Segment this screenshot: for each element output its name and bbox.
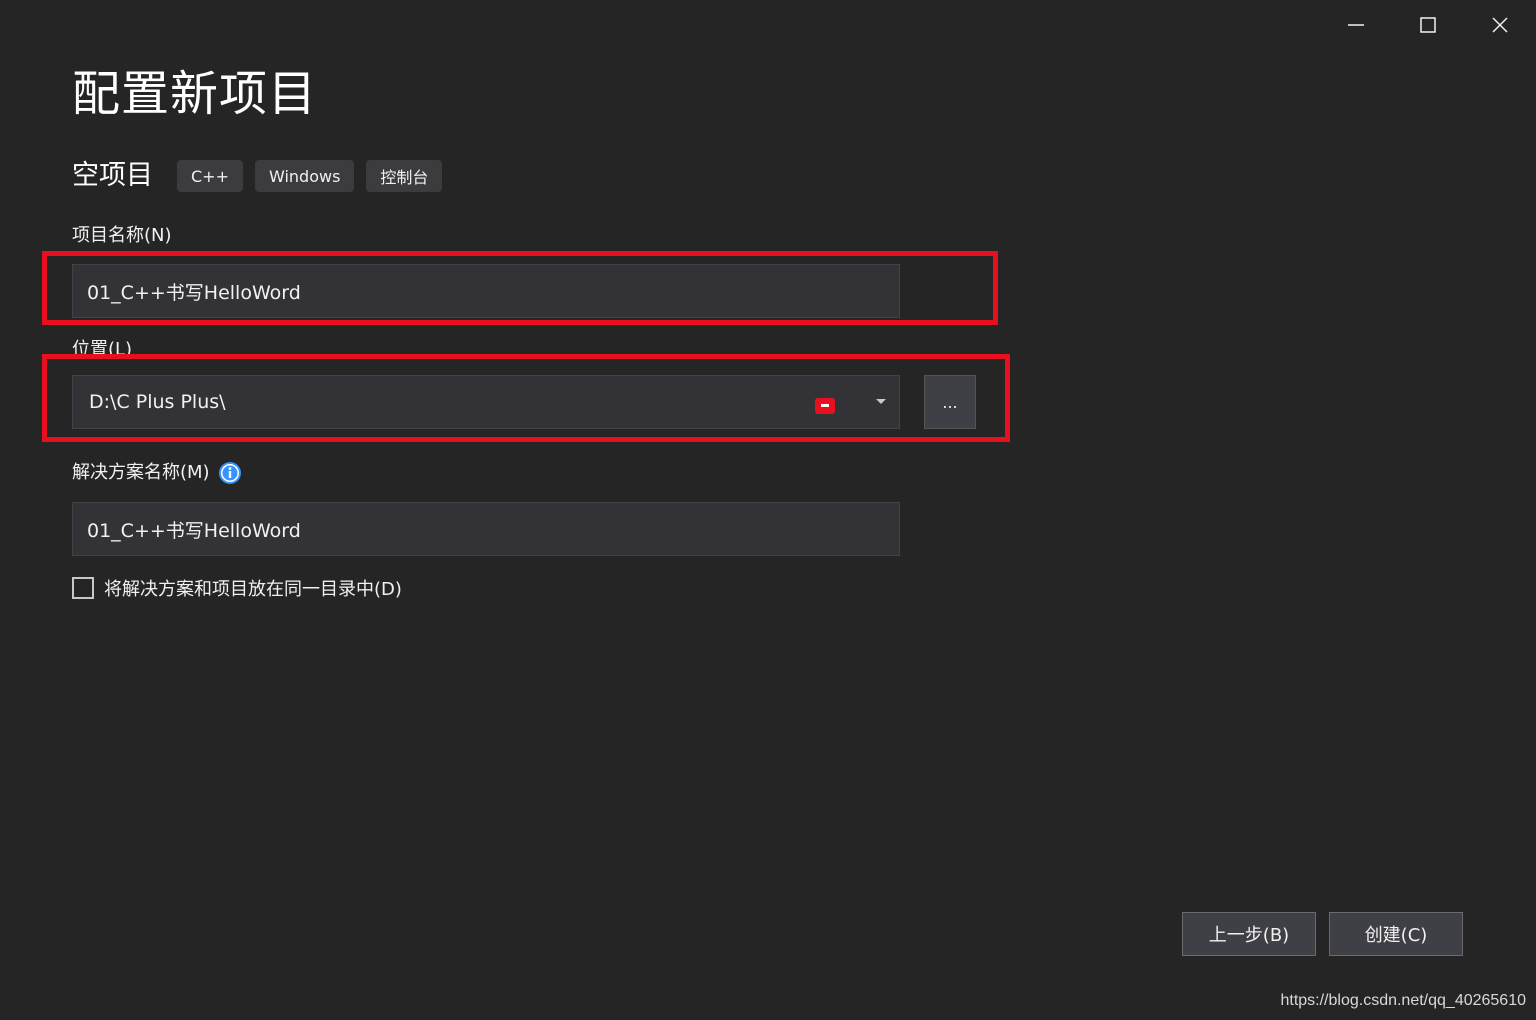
project-name-input[interactable] — [72, 264, 900, 318]
info-icon[interactable] — [218, 461, 242, 485]
create-button[interactable]: 创建(C) — [1329, 912, 1463, 956]
same-directory-option[interactable]: 将解决方案和项目放在同一目录中(D) — [72, 575, 402, 601]
maximize-icon — [1420, 17, 1436, 33]
template-info: 空项目 C++ Windows 控制台 — [72, 158, 454, 194]
solution-name-label: 解决方案名称(M) — [72, 462, 210, 483]
configure-project-window: 配置新项目 空项目 C++ Windows 控制台 项目名称(N) 位置(L) … — [0, 0, 1536, 1020]
same-directory-label: 将解决方案和项目放在同一目录中(D) — [104, 579, 402, 600]
location-combobox[interactable]: D:\C Plus Plus\ — [72, 375, 900, 429]
close-button[interactable] — [1464, 0, 1536, 50]
location-value: D:\C Plus Plus\ — [89, 391, 226, 413]
back-button[interactable]: 上一步(B) — [1182, 912, 1316, 956]
tag-windows: Windows — [254, 160, 355, 192]
window-controls — [1320, 0, 1536, 50]
location-label: 位置(L) — [72, 339, 133, 360]
solution-name-label-row: 解决方案名称(M) — [72, 461, 242, 485]
watermark-text: https://blog.csdn.net/qq_40265610 — [1280, 992, 1526, 1009]
chevron-down-icon[interactable] — [869, 390, 893, 414]
tag-cpp: C++ — [177, 160, 243, 192]
highlight-marker — [815, 398, 835, 414]
maximize-button[interactable] — [1392, 0, 1464, 50]
close-icon — [1492, 17, 1508, 33]
minimize-button[interactable] — [1320, 0, 1392, 50]
solution-name-input[interactable] — [72, 502, 900, 556]
same-directory-checkbox[interactable] — [72, 577, 94, 599]
browse-button[interactable]: ... — [924, 375, 976, 429]
tag-console: 控制台 — [366, 160, 443, 192]
project-name-label: 项目名称(N) — [72, 225, 172, 246]
minimize-icon — [1348, 24, 1364, 26]
page-title: 配置新项目 — [72, 66, 318, 122]
template-name: 空项目 — [72, 160, 153, 191]
